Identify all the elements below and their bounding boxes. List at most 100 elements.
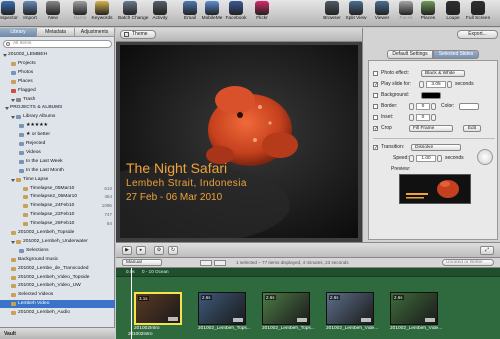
sidebar-item[interactable]: Library Albums (0, 113, 115, 121)
disclosure-triangle-icon[interactable] (11, 99, 15, 102)
play-slide-field[interactable]: 3.05 (426, 81, 446, 88)
sidebar-item[interactable]: 201002_Lembeh_Video_Topside (0, 274, 115, 282)
sidebar-item[interactable]: Time Lapse (0, 176, 115, 184)
timeline-clip[interactable]: 2.6s (326, 292, 374, 325)
sort-select[interactable]: Manual (122, 259, 162, 266)
sidebar-item[interactable]: ★ or better (0, 131, 115, 139)
sidebar-item[interactable]: 201002_Lembeh_Topside (0, 229, 115, 237)
toolbar-mobileme-button[interactable]: MobileMe (200, 1, 224, 26)
sidebar-item[interactable]: In the Last Month (0, 167, 115, 175)
toolbar-browser-button[interactable]: Browser (320, 1, 344, 26)
toolbar-keywords-button[interactable]: Keywords (90, 1, 114, 26)
speed-field[interactable]: 1.00 (416, 155, 436, 162)
photo-effect-select[interactable]: Black & White (421, 70, 465, 77)
tab-default-settings[interactable]: Default Settings (387, 50, 433, 59)
toolbar-name-button[interactable]: Name (68, 1, 92, 26)
inset-stepper-up[interactable] (431, 114, 436, 121)
inset-checkbox[interactable] (373, 115, 378, 120)
sidebar-item[interactable]: Projects (0, 60, 115, 68)
toolbar-faces-button[interactable]: Faces (394, 1, 418, 26)
disclosure-triangle-icon[interactable] (11, 241, 15, 244)
crop-edit-button[interactable]: Edit (463, 125, 481, 132)
sidebar-item[interactable]: Timelapse_05Mar10 610 (0, 185, 115, 193)
view-grid-button[interactable] (200, 260, 212, 266)
toolbar-activity-button[interactable]: Activity (148, 1, 172, 26)
playhead[interactable] (131, 268, 132, 339)
sidebar-item[interactable]: In the Last Week (0, 158, 115, 166)
disclosure-triangle-icon[interactable] (5, 107, 9, 110)
toolbar-split-view-button[interactable]: Split View (344, 1, 368, 26)
transition-direction-knob[interactable] (477, 149, 493, 165)
sidebar-item[interactable]: Timelapse_22Feb10 747 (0, 211, 115, 219)
rating-filter-input[interactable]: Unrated or Better (442, 259, 494, 266)
timeline-browser[interactable]: 0.0s 0 - 10 Ocean 3.1s 201002Intro 2.6s 201… (116, 268, 500, 339)
toolbar-facebook-button[interactable]: Facebook (224, 1, 248, 26)
library-search-input[interactable]: All Items (3, 40, 112, 48)
border-stepper[interactable] (409, 103, 414, 110)
photo-effect-checkbox[interactable] (373, 71, 378, 76)
full-screen-button[interactable]: ⤢ (480, 246, 494, 255)
tab-metadata[interactable]: Metadata (37, 28, 75, 37)
sidebar-item[interactable]: Selections (0, 247, 115, 255)
sidebar-item[interactable]: 201002_Lembeh_Audio (0, 309, 115, 317)
toolbar-places-button[interactable]: Places (416, 1, 440, 26)
sidebar-item[interactable]: Places (0, 78, 115, 86)
disclosure-triangle-icon[interactable] (11, 116, 15, 119)
sidebar-item[interactable]: 201002_LEMBEH (0, 51, 115, 59)
view-list-button[interactable] (214, 260, 226, 266)
border-field[interactable]: 0 (416, 103, 430, 110)
play-button[interactable]: ▶ (122, 246, 132, 255)
transition-select[interactable]: Dissolve (411, 144, 461, 151)
inset-field[interactable]: 0 (416, 114, 430, 121)
sidebar-item[interactable]: Selected Videos (0, 291, 115, 299)
toolbar-inspector-button[interactable]: Inspector (0, 1, 20, 26)
tab-selected-slides[interactable]: Selected Slides (433, 50, 479, 59)
sidebar-item[interactable]: Flagged (0, 87, 115, 95)
sidebar-item[interactable]: Videos (0, 149, 115, 157)
play-slide-checkbox[interactable]: ✓ (373, 82, 378, 88)
disclosure-triangle-icon[interactable] (11, 179, 15, 182)
vault-bar[interactable]: Vault (0, 327, 115, 339)
sidebar-item[interactable]: Timelapse_26Feb10 84 (0, 220, 115, 228)
sidebar-item[interactable]: Timelapse_24Feb10 1095 (0, 202, 115, 210)
border-color-well[interactable] (459, 103, 479, 110)
border-checkbox[interactable] (373, 104, 378, 109)
timeline-clip[interactable]: 2.6s (390, 292, 438, 325)
sidebar-item[interactable]: Lembeh Video (0, 300, 115, 308)
toolbar-batch-change-button[interactable]: Batch Change (118, 1, 148, 26)
tab-adjustments[interactable]: Adjustments (75, 28, 115, 37)
inset-stepper[interactable] (409, 114, 414, 121)
toolbar-viewer-button[interactable]: Viewer (370, 1, 394, 26)
background-color-well[interactable] (421, 92, 441, 99)
transition-checkbox[interactable]: ✓ (373, 145, 378, 151)
toolbar-new-button[interactable]: New (41, 1, 65, 26)
toolbar-email-button[interactable]: Email (178, 1, 202, 26)
sidebar-item[interactable]: ★★★★★ (0, 122, 115, 130)
sidebar-item[interactable]: Photos (0, 69, 115, 77)
loop-button[interactable]: ↻ (168, 246, 178, 255)
sidebar-item[interactable]: Background music (0, 256, 115, 264)
speed-stepper-up[interactable] (437, 155, 442, 162)
background-checkbox[interactable] (373, 93, 378, 98)
crop-select[interactable]: Fill Frame (409, 125, 453, 132)
settings-gear-button[interactable]: ⚙ (154, 246, 164, 255)
theme-button[interactable]: Theme (120, 30, 156, 39)
disclosure-triangle-icon[interactable] (3, 54, 7, 57)
toolbar-loupe-button[interactable]: Loupe (441, 1, 465, 26)
tab-library[interactable]: Library (0, 28, 37, 37)
preview-button[interactable]: ▸ (136, 246, 146, 255)
toolbar-full-screen-button[interactable]: Full Screen (466, 1, 490, 26)
timeline-clip[interactable]: 2.6s (198, 292, 246, 325)
sidebar-item[interactable]: 201002_Lembe_de_Transcoded (0, 265, 115, 273)
sidebar-item[interactable]: Timelapse2_05Mar10 454 (0, 193, 115, 201)
export-button[interactable]: Export... (457, 30, 498, 39)
sidebar-item[interactable]: 201002_Lembeh_Underwater (0, 238, 115, 246)
play-slide-stepper[interactable] (419, 81, 424, 88)
crop-checkbox[interactable]: ✓ (373, 126, 378, 132)
play-slide-stepper-up[interactable] (447, 81, 452, 88)
sidebar-item[interactable]: Trash (0, 96, 115, 104)
speed-stepper[interactable] (409, 155, 414, 162)
toolbar-import-button[interactable]: Import (18, 1, 42, 26)
timeline-clip[interactable]: 2.6s (262, 292, 310, 325)
timeline-clip[interactable]: 3.1s (134, 292, 182, 325)
